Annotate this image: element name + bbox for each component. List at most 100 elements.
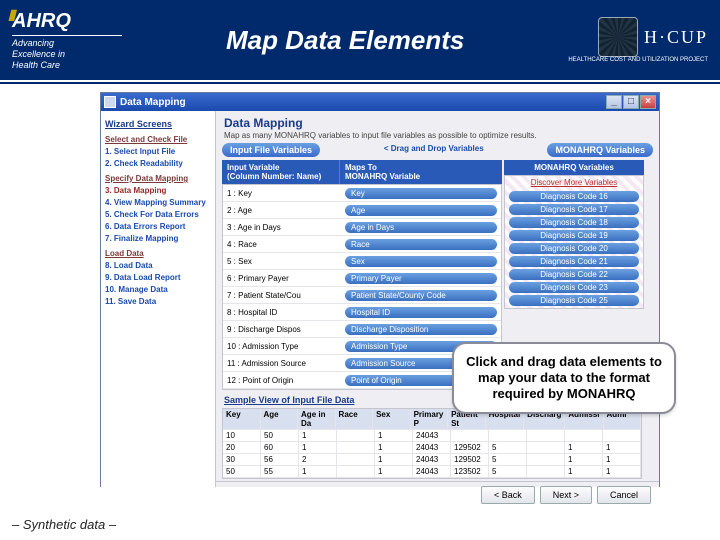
sidebar-heading: Wizard Screens <box>105 119 211 129</box>
sample-cell: 10 <box>223 430 261 441</box>
sidebar-step[interactable]: 4. View Mapping Summary <box>105 198 211 207</box>
titlebar[interactable]: Data Mapping _ □ × <box>101 93 659 111</box>
sample-cell: 1 <box>299 466 337 477</box>
hcup-block: H·CUP HEALTHCARE COST AND UTILIZATION PR… <box>568 17 708 63</box>
sample-cell: 1 <box>565 466 603 477</box>
col-maps-to: Maps To MONAHRQ Variable <box>340 160 502 184</box>
sample-cell: 24043 <box>413 442 451 453</box>
sample-cell <box>603 430 641 441</box>
sample-header-cell: Race <box>336 409 374 429</box>
sample-header-cell: Age <box>261 409 299 429</box>
sample-cell: 1 <box>375 430 413 441</box>
sidebar-step[interactable]: 11. Save Data <box>105 297 211 306</box>
input-col-cell: 4 : Race <box>223 240 341 249</box>
main-panel: Data Mapping Map as many MONAHRQ variabl… <box>216 111 659 487</box>
available-tag[interactable]: Diagnosis Code 21 <box>509 256 639 267</box>
sidebar-step[interactable]: 10. Manage Data <box>105 285 211 294</box>
cancel-button[interactable]: Cancel <box>597 486 651 504</box>
back-button[interactable]: < Back <box>481 486 535 504</box>
available-tag[interactable]: Diagnosis Code 23 <box>509 282 639 293</box>
input-vars-header: Input File Variables <box>222 143 320 157</box>
sample-cell: 50 <box>261 430 299 441</box>
mapped-tag[interactable]: Sex <box>345 256 497 267</box>
available-tag[interactable]: Diagnosis Code 22 <box>509 269 639 280</box>
app-icon <box>104 96 116 108</box>
available-tag[interactable]: Diagnosis Code 20 <box>509 243 639 254</box>
mapped-tag[interactable]: Key <box>345 188 497 199</box>
sidebar-step[interactable]: 9. Data Load Report <box>105 273 211 282</box>
mapped-tag[interactable]: Race <box>345 239 497 250</box>
minimize-button[interactable]: _ <box>606 95 622 109</box>
input-col-cell: 12 : Point of Origin <box>223 376 341 385</box>
sample-cell: 20 <box>223 442 261 453</box>
input-col-cell: 11 : Admission Source <box>223 359 341 368</box>
input-col-cell: 5 : Sex <box>223 257 341 266</box>
input-col-cell: 2 : Age <box>223 206 341 215</box>
maximize-button[interactable]: □ <box>623 95 639 109</box>
sample-cell <box>489 430 527 441</box>
sidebar-step[interactable]: 8. Load Data <box>105 261 211 270</box>
sample-cell <box>337 430 375 441</box>
sample-cell: 5 <box>489 442 527 453</box>
hcup-seal-icon <box>598 17 638 57</box>
available-tag[interactable]: Diagnosis Code 18 <box>509 217 639 228</box>
panel-title: Data Mapping <box>224 116 651 130</box>
sample-cell <box>565 430 603 441</box>
sample-cell: 50 <box>223 466 261 477</box>
sidebar-step[interactable]: 5. Check For Data Errors <box>105 210 211 219</box>
sidebar-group: Load Data <box>105 249 211 258</box>
sample-cell: 1 <box>375 466 413 477</box>
mapped-tag[interactable]: Primary Payer <box>345 273 497 284</box>
sample-header-cell: Primary P <box>411 409 449 429</box>
sidebar-step[interactable]: 6. Data Errors Report <box>105 222 211 231</box>
mapped-tag[interactable]: Discharge Disposition <box>345 324 497 335</box>
hcup-subtitle: HEALTHCARE COST AND UTILIZATION PROJECT <box>568 57 708 63</box>
table-row[interactable]: 2 : Age Age <box>223 202 501 219</box>
table-row[interactable]: 9 : Discharge DisposDischarge Dispositio… <box>223 321 501 338</box>
table-row[interactable]: 6 : Primary PayerPrimary Payer <box>223 270 501 287</box>
table-row[interactable]: 8 : Hospital IDHospital ID <box>223 304 501 321</box>
sample-cell <box>337 454 375 465</box>
monahrq-vars-header: MONAHRQ Variables <box>547 143 653 157</box>
sample-cell: 5 <box>489 454 527 465</box>
available-tag[interactable]: Diagnosis Code 19 <box>509 230 639 241</box>
slide-header: ▮AHRQ Advancing Excellence in Health Car… <box>0 0 720 80</box>
table-row[interactable]: 5 : Sex Sex <box>223 253 501 270</box>
available-tag[interactable]: Diagnosis Code 25 <box>509 295 639 306</box>
next-button[interactable]: Next > <box>540 486 592 504</box>
available-tag[interactable]: Diagnosis Code 17 <box>509 204 639 215</box>
sidebar-step[interactable]: 7. Finalize Mapping <box>105 234 211 243</box>
mapped-tag[interactable]: Age <box>345 205 497 216</box>
input-col-cell: 1 : Key <box>223 189 341 198</box>
sample-cell: 5 <box>489 466 527 477</box>
sample-cell: 1 <box>375 442 413 453</box>
input-col-cell: 7 : Patient State/Cou <box>223 291 341 300</box>
sample-cell: 1 <box>603 442 641 453</box>
sample-cell: 123502 <box>451 466 489 477</box>
available-tag[interactable]: Diagnosis Code 16 <box>509 191 639 202</box>
discover-link[interactable]: Discover More Variables <box>505 176 643 189</box>
instruction-callout: Click and drag data elements to map your… <box>452 342 676 414</box>
close-button[interactable]: × <box>640 95 656 109</box>
sample-cell: 56 <box>261 454 299 465</box>
sample-cell: 1 <box>565 442 603 453</box>
mapped-tag[interactable]: Age in Days <box>345 222 497 233</box>
sidebar-step[interactable]: 2. Check Readability <box>105 159 211 168</box>
sample-cell: 129502 <box>451 454 489 465</box>
table-row[interactable]: 4 : Race Race <box>223 236 501 253</box>
divider <box>0 82 720 84</box>
sidebar-step[interactable]: 1. Select Input File <box>105 147 211 156</box>
sample-cell: 129502 <box>451 442 489 453</box>
sidebar-step[interactable]: 3. Data Mapping <box>105 186 211 195</box>
mapped-tag[interactable]: Patient State/County Code <box>345 290 497 301</box>
table-row[interactable]: 3 : Age in DaysAge in Days <box>223 219 501 236</box>
sample-cell: 1 <box>375 454 413 465</box>
sample-cell <box>337 466 375 477</box>
sample-cell <box>451 430 489 441</box>
available-header: MONAHRQ Variables <box>504 160 644 175</box>
table-row[interactable]: 7 : Patient State/Cou Patient State/Count… <box>223 287 501 304</box>
mapped-tag[interactable]: Hospital ID <box>345 307 497 318</box>
table-row[interactable]: 1 : Key Key <box>223 185 501 202</box>
sample-header-cell: Sex <box>373 409 411 429</box>
drag-hint: < Drag and Drop Variables <box>338 143 529 157</box>
